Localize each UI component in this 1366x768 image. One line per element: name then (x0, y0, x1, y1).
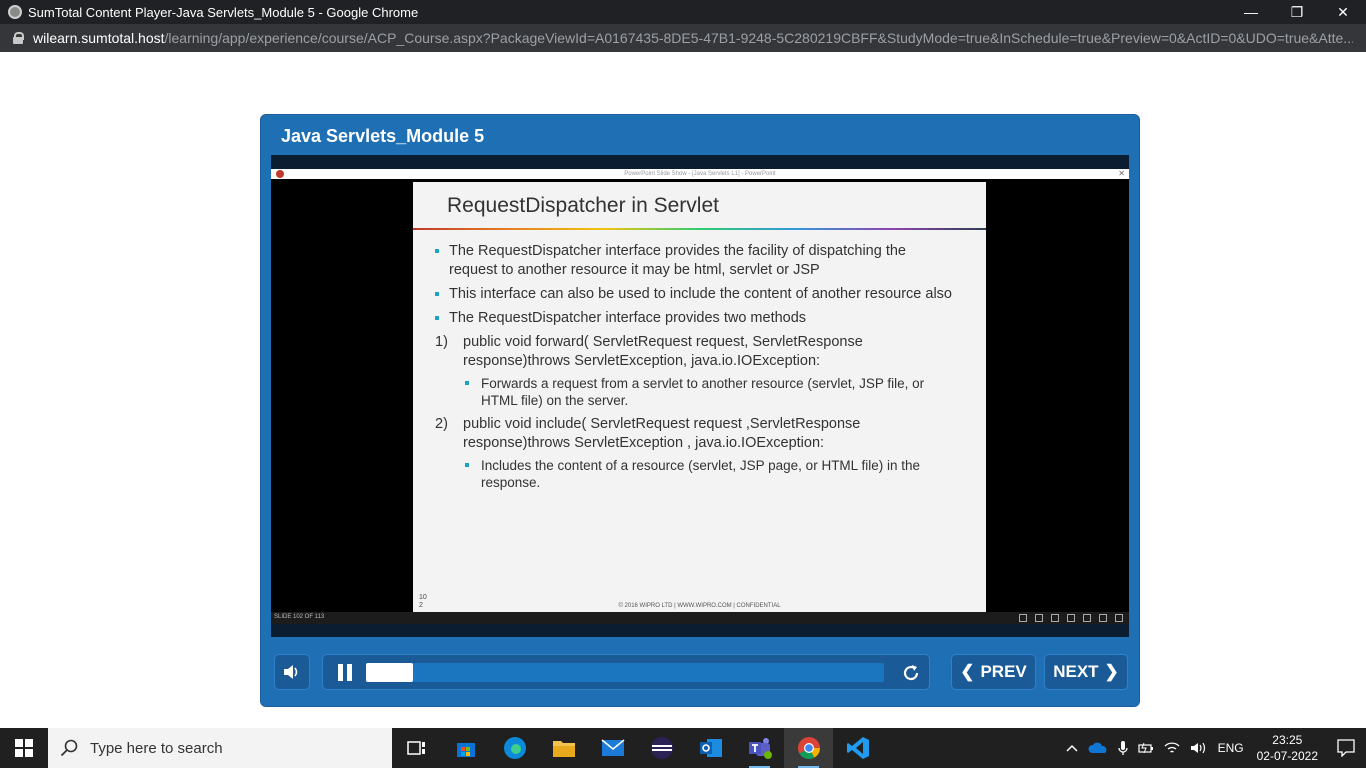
chrome-icon (797, 737, 820, 759)
playback-controls (322, 654, 930, 690)
volume-icon[interactable] (1190, 741, 1208, 755)
vscode-icon (846, 737, 869, 759)
system-tray: ENG 23:25 02-07-2022 (1061, 728, 1366, 768)
url-text[interactable]: wilearn.sumtotal.host/learning/app/exper… (33, 30, 1353, 46)
edge-button[interactable] (490, 728, 539, 768)
mute-button[interactable] (274, 654, 310, 690)
powerpoint-window-title: PowerPoint Slide Show - [Java Servlets L… (624, 171, 776, 177)
slide-bullet: The RequestDispatcher interface provides… (435, 309, 955, 328)
teams-button[interactable] (735, 728, 784, 768)
speaker-icon (284, 665, 298, 679)
screen-bottom-bar (271, 624, 1129, 637)
progress-fill (366, 663, 413, 682)
mail-button[interactable] (588, 728, 637, 768)
slide-bullet: The RequestDispatcher interface provides… (435, 242, 955, 280)
slideshow-status-bar: SLIDE 102 OF 113 (271, 612, 1129, 624)
slide-title: RequestDispatcher in Servlet (447, 194, 719, 217)
content-player: Java Servlets_Module 5 PowerPoint Slide … (260, 114, 1140, 707)
teams-icon (748, 738, 772, 759)
chevron-right-icon: ❯ (1104, 662, 1119, 681)
mail-icon (600, 739, 625, 756)
progress-track[interactable] (366, 663, 884, 682)
clock-time: 23:25 (1272, 733, 1303, 747)
item-number: 1) (435, 334, 448, 350)
outlook-icon (699, 739, 722, 757)
url-host: wilearn.sumtotal.host (33, 30, 165, 46)
store-icon (456, 743, 475, 757)
chevron-left-icon: ❮ (960, 662, 975, 681)
slide-title-underline (413, 228, 986, 230)
slide-footer: © 2016 WIPRO LTD | WWW.WIPRO.COM | CONFI… (618, 603, 781, 609)
clock[interactable]: 23:25 02-07-2022 (1257, 732, 1318, 764)
onedrive-icon[interactable] (1088, 742, 1108, 754)
prev-label: PREV (980, 662, 1027, 681)
screen-top-bar (271, 155, 1129, 169)
search-placeholder: Type here to search (90, 739, 223, 757)
item-text: public void include( ServletRequest requ… (463, 416, 861, 451)
search-icon (60, 739, 78, 757)
replay-button[interactable] (901, 663, 921, 683)
player-screen[interactable]: PowerPoint Slide Show - [Java Servlets L… (271, 155, 1129, 637)
chrome-button[interactable] (784, 728, 833, 768)
slide-sub-bullet: Forwards a request from a servlet to ano… (435, 375, 955, 409)
language-indicator[interactable]: ENG (1218, 741, 1244, 755)
item-number: 2) (435, 416, 448, 432)
slide-numbered-item: 2) public void include( ServletRequest r… (435, 415, 955, 453)
minimize-button[interactable]: — (1228, 0, 1274, 24)
next-button[interactable]: NEXT ❯ (1044, 654, 1128, 690)
taskbar-search-box[interactable]: Type here to search (48, 728, 392, 768)
task-view-icon (406, 741, 425, 755)
chevron-up-icon[interactable] (1066, 744, 1078, 752)
address-bar[interactable]: wilearn.sumtotal.host/learning/app/exper… (0, 24, 1366, 52)
slide-sub-bullet: Includes the content of a resource (serv… (435, 457, 955, 491)
slide-bullet: This interface can also be used to inclu… (435, 285, 955, 304)
next-label: NEXT (1053, 662, 1099, 681)
edge-icon (503, 737, 526, 759)
replay-icon (903, 665, 919, 681)
slideshow-control-icon[interactable] (1019, 614, 1027, 622)
slideshow-control-icon[interactable] (1035, 614, 1043, 622)
eclipse-icon (650, 737, 673, 759)
microsoft-store-button[interactable] (441, 728, 490, 768)
task-view-button[interactable] (392, 728, 441, 768)
lock-icon[interactable] (13, 32, 24, 44)
eclipse-button[interactable] (637, 728, 686, 768)
clock-date: 02-07-2022 (1256, 749, 1318, 763)
powerpoint-close-icon: ✕ (1118, 169, 1125, 178)
microphone-icon[interactable] (1117, 740, 1128, 756)
reading-view-icon[interactable] (1099, 614, 1107, 622)
file-explorer-button[interactable] (539, 728, 588, 768)
folder-icon (552, 741, 575, 757)
pause-button[interactable] (337, 664, 353, 681)
notification-button[interactable] (1326, 739, 1366, 757)
slide-counter: SLIDE 102 OF 113 (274, 614, 325, 620)
close-button[interactable]: ✕ (1320, 0, 1366, 24)
prev-button[interactable]: ❮ PREV (951, 654, 1036, 690)
chrome-app-icon (8, 5, 22, 19)
powerpoint-window-bar: PowerPoint Slide Show - [Java Servlets L… (271, 169, 1129, 179)
start-button[interactable] (0, 728, 48, 768)
item-text: public void forward( ServletRequest requ… (463, 334, 863, 369)
taskbar: Type here to search ENG 23:25 02-07-2022 (0, 728, 1366, 768)
powerpoint-icon (276, 170, 284, 178)
slideshow-control-icon[interactable] (1051, 614, 1059, 622)
windows-icon (15, 739, 33, 757)
slide-body: The RequestDispatcher interface provides… (435, 242, 955, 497)
wifi-icon[interactable] (1164, 741, 1180, 755)
url-path: /learning/app/experience/course/ACP_Cour… (164, 30, 1353, 46)
slide: RequestDispatcher in Servlet The Request… (413, 182, 986, 612)
vscode-button[interactable] (833, 728, 882, 768)
restore-button[interactable]: ❐ (1274, 0, 1320, 24)
slideshow-view-icon[interactable] (1115, 614, 1123, 622)
normal-view-icon[interactable] (1067, 614, 1075, 622)
outlook-button[interactable] (686, 728, 735, 768)
battery-icon[interactable] (1137, 742, 1154, 754)
slide-sorter-icon[interactable] (1083, 614, 1091, 622)
browser-title-bar: SumTotal Content Player-Java Servlets_Mo… (0, 0, 1366, 24)
window-title: SumTotal Content Player-Java Servlets_Mo… (28, 4, 419, 20)
player-title: Java Servlets_Module 5 (281, 126, 485, 146)
slide-numbered-item: 1) public void forward( ServletRequest r… (435, 333, 955, 371)
notification-icon (1337, 739, 1355, 757)
